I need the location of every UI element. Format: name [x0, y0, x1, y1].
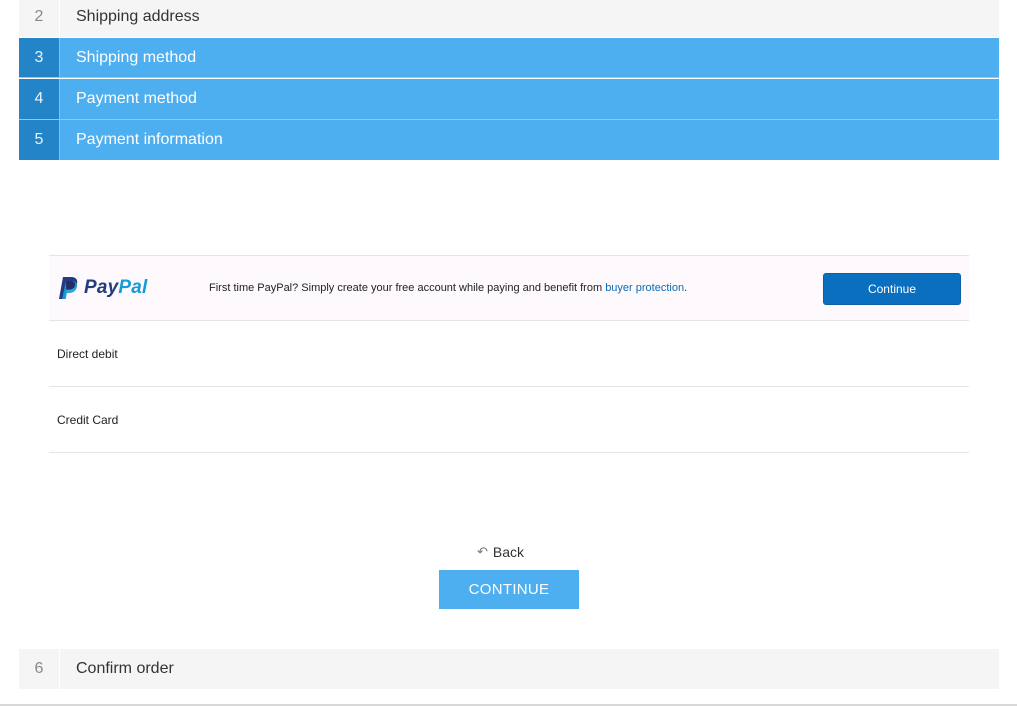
- step-number: 3: [19, 38, 60, 77]
- continue-button[interactable]: CONTINUE: [439, 570, 579, 609]
- buyer-protection-link[interactable]: buyer protection: [605, 282, 684, 294]
- step-shipping-method[interactable]: 3 Shipping method: [19, 38, 999, 78]
- paypal-description: First time PayPal? Simply create your fr…: [209, 282, 688, 294]
- step-label: Payment information: [76, 131, 223, 148]
- method-label: Credit Card: [57, 412, 119, 427]
- paypal-logo: PayPal: [57, 276, 209, 300]
- payment-methods-list: PayPal First time PayPal? Simply create …: [49, 255, 969, 453]
- paypal-wordmark: PayPal: [84, 277, 148, 298]
- back-label: Back: [492, 544, 525, 560]
- paypal-continue-button[interactable]: Continue: [823, 273, 961, 305]
- step-number: 4: [19, 79, 60, 119]
- paypal-icon: [59, 277, 78, 299]
- paypal-option[interactable]: PayPal First time PayPal? Simply create …: [49, 255, 969, 321]
- step-shipping-address[interactable]: 2 Shipping address: [19, 0, 999, 37]
- step-label: Confirm order: [76, 660, 174, 677]
- step-payment-method[interactable]: 4 Payment method: [19, 79, 999, 120]
- step-payment-information[interactable]: 5 Payment information: [19, 120, 999, 160]
- step-confirm-order[interactable]: 6 Confirm order: [19, 649, 999, 689]
- step-label: Payment method: [76, 90, 197, 107]
- step-label: Shipping address: [76, 8, 200, 25]
- step-number: 6: [19, 649, 60, 689]
- direct-debit-option[interactable]: Direct debit: [49, 321, 969, 387]
- step-number: 5: [19, 120, 60, 160]
- step-label: Shipping method: [76, 48, 197, 66]
- credit-card-option[interactable]: Credit Card: [49, 387, 969, 453]
- back-arrow-icon: ↶: [477, 544, 488, 559]
- back-link[interactable]: ↶ Back: [477, 544, 524, 560]
- step-number: 2: [19, 0, 60, 37]
- method-label: Direct debit: [57, 346, 118, 361]
